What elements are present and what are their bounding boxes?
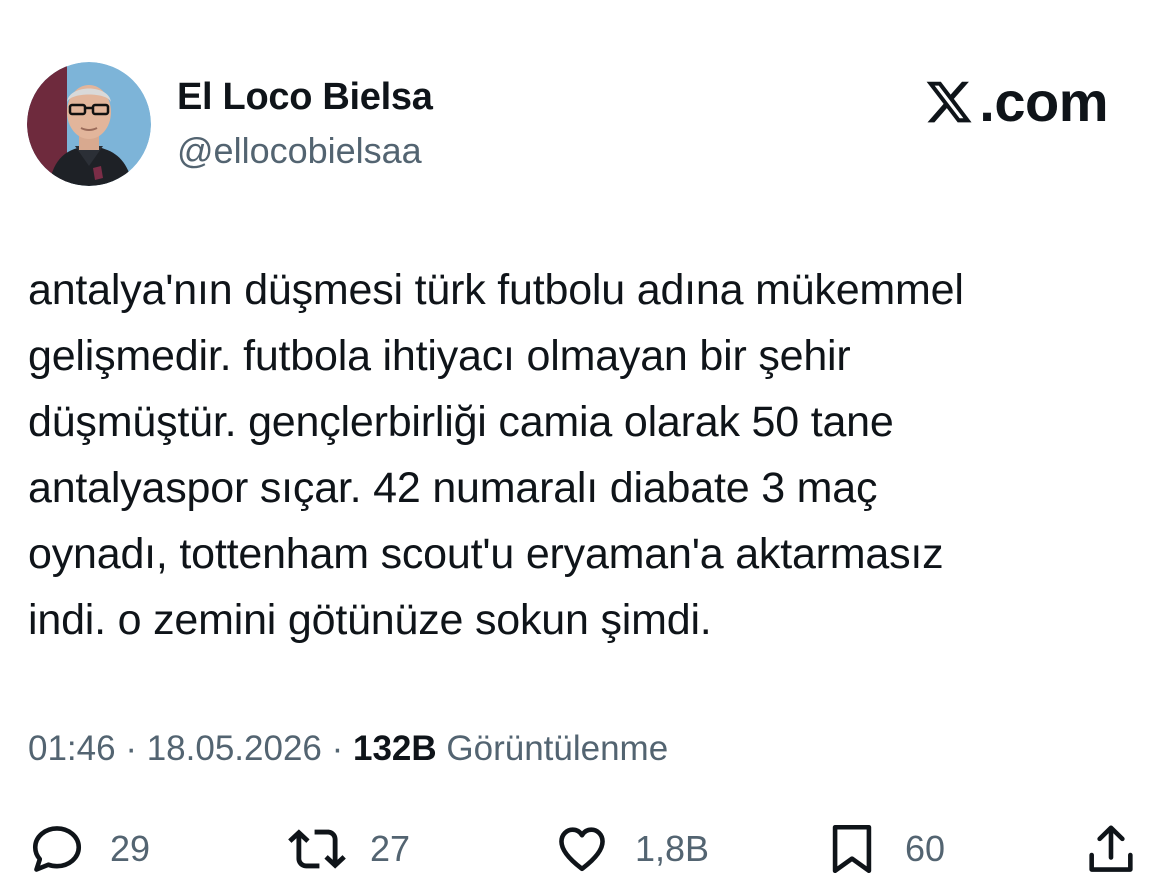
share-icon	[1089, 825, 1133, 872]
bookmark-count: 60	[905, 828, 946, 869]
x-logo-icon	[926, 81, 972, 123]
author-handle[interactable]: @ellocobielsaa	[177, 130, 422, 172]
author-name[interactable]: El Loco Bielsa	[177, 76, 433, 119]
heart-icon	[559, 827, 605, 872]
avatar[interactable]	[27, 62, 151, 186]
profile-photo	[27, 62, 151, 186]
action-bar: 29 27 1,8B 60	[0, 820, 1170, 884]
reply-button[interactable]: 29	[28, 820, 150, 878]
views-count[interactable]: 132B	[353, 729, 437, 768]
brand-text: .com	[979, 70, 1108, 133]
repost-button[interactable]: 27	[288, 820, 410, 878]
bookmark-button[interactable]: 60	[823, 820, 945, 878]
meta-separator: ·	[321, 729, 353, 768]
tweet-time[interactable]: 01:46	[28, 729, 116, 768]
share-button[interactable]	[1082, 820, 1140, 878]
like-count: 1,8B	[635, 828, 710, 869]
repost-icon	[288, 829, 346, 869]
tweet-text: antalya'nın düşmesi türk futbolu adına m…	[28, 266, 964, 644]
tweet-date[interactable]: 18.05.2026	[147, 729, 322, 768]
tweet-meta: 01:46 · 18.05.2026 · 132B Görüntülenme	[28, 729, 668, 769]
meta-separator: ·	[115, 729, 147, 768]
repost-count: 27	[370, 828, 411, 869]
bookmark-icon	[832, 824, 872, 874]
reply-count: 29	[110, 828, 151, 869]
tweet-card: El Loco Bielsa @ellocobielsaa .com antal…	[0, 0, 1170, 894]
views-label: Görüntülenme	[446, 729, 669, 768]
reply-icon	[32, 826, 82, 872]
like-button[interactable]: 1,8B	[553, 820, 709, 878]
brand-logo: .com	[921, 74, 1108, 130]
